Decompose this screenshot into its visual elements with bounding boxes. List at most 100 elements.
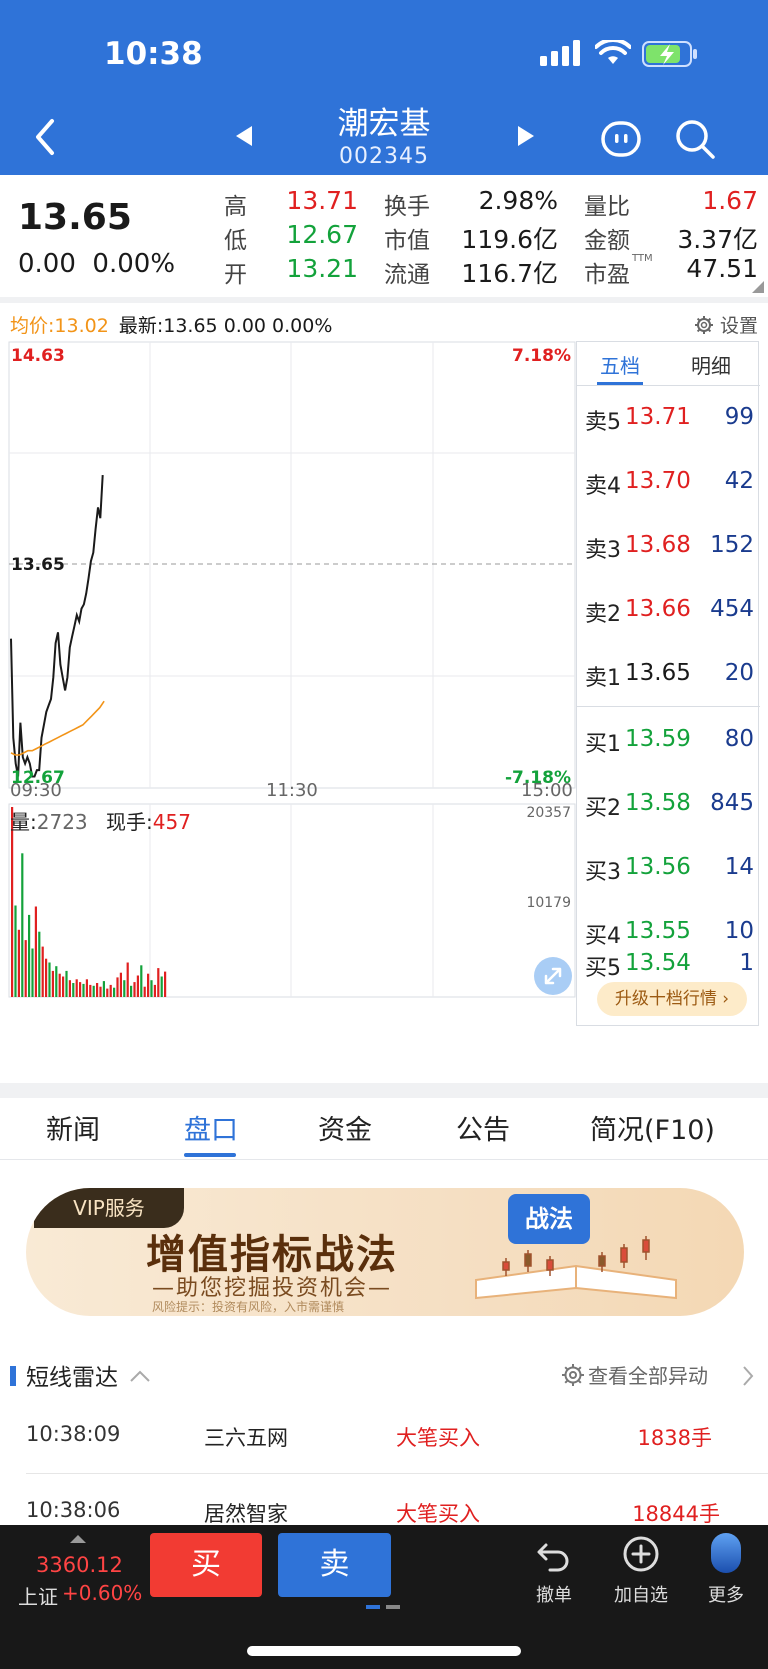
ask-label: 卖4 [585,474,621,499]
ask-label: 卖2 [585,602,621,627]
ask-label: 卖1 [585,666,621,691]
bid-row-3[interactable]: 买3 13.56 14 [577,836,760,900]
volume-bar [160,976,163,997]
stat-value-high: 13.71 [286,186,358,215]
time-tick-close: 15:00 [521,780,573,801]
bid-row-1[interactable]: 买1 13.59 80 [577,708,760,772]
volume-bar [28,914,31,997]
expand-corner-icon[interactable] [752,281,764,293]
buy-button[interactable]: 买 [150,1533,262,1597]
chat-icon[interactable] [600,118,642,160]
volume-bar [164,971,167,997]
bid-label: 买3 [585,860,621,885]
stat-value-amount: 3.37亿 [677,225,758,254]
cancel-order-label[interactable]: 撤单 [514,1581,594,1607]
bottom-trade-bar: 3360.12 上证 +0.60% 买 卖 撤单 加自选 更多 [0,1525,768,1669]
chevron-right-icon: › [716,989,730,1009]
short-term-radar: 短线雷达 查看全部异动 10:38:09 三六五网 大笔买入 1838手 10:… [0,1340,768,1526]
radar-time: 10:38:06 [26,1498,121,1522]
order-book-tabs: 五档 明细 [577,342,760,386]
volume-bar [79,982,82,997]
bid-volume: 1 [739,950,754,976]
volume-bar [109,984,112,997]
search-icon[interactable] [674,118,716,160]
upgrade-ten-levels-button[interactable]: 升级十档行情 › [597,982,747,1016]
volume-bar [116,977,119,997]
stat-value-open: 13.21 [286,254,358,283]
bid-volume: 80 [724,726,754,752]
chevron-right-icon [743,1366,754,1386]
next-stock-icon[interactable] [514,124,538,148]
add-favorite-icon[interactable] [622,1535,660,1573]
order-book-divider [577,706,760,707]
volume-bar [11,807,14,997]
view-all-alerts-link[interactable]: 查看全部异动 [588,1360,708,1389]
sell-button[interactable]: 卖 [278,1533,391,1597]
tab-detail[interactable]: 明细 [691,350,731,379]
tab-news[interactable]: 新闻 [46,1108,100,1147]
ask-row-2[interactable]: 卖2 13.66 454 [577,578,760,642]
caret-up-icon[interactable] [68,1533,88,1545]
radar-quantity: 18844手 [632,1502,720,1526]
add-favorite-label[interactable]: 加自选 [601,1581,681,1607]
more-label[interactable]: 更多 [686,1581,766,1607]
stat-label-amount: 金额 [584,228,630,254]
radar-stock-name: 三六五网 [204,1426,288,1450]
fullscreen-button[interactable] [534,957,572,995]
signal-icon [540,40,580,66]
latest-price-label: 最新:13.65 [118,315,218,337]
stat-value-low: 12.67 [286,220,358,249]
volume-max-label: 20357 [526,805,571,821]
home-indicator [247,1646,521,1656]
time-tick-open: 09:30 [10,780,62,801]
volume-bar [136,975,139,997]
page-dot-active [366,1605,380,1609]
radar-title[interactable]: 短线雷达 [26,1358,151,1392]
more-avatar-icon[interactable] [711,1533,741,1573]
radar-time: 10:38:09 [26,1422,121,1446]
order-book: 五档 明细 卖5 13.71 99 卖4 13.70 42 卖3 13.68 1… [576,341,760,1026]
volume-bar [34,906,37,997]
ask-row-3[interactable]: 卖3 13.68 152 [577,514,760,578]
ask-row-4[interactable]: 卖4 13.70 42 [577,450,760,514]
ask-volume: 152 [710,532,754,558]
volume-bar [58,973,61,997]
stat-value-pe: 47.51 [686,254,758,283]
volume-bar [96,983,99,997]
vip-promo-banner[interactable]: VIP服务 增值指标战法 —助您挖掘投资机会— 风险提示：投资有风险，入市需谨慎… [26,1188,744,1316]
gear-icon [694,316,713,334]
volume-bar [62,976,65,997]
stat-value-turnover: 2.98% [478,186,558,215]
radar-settings-icon[interactable] [560,1362,586,1388]
current-price-axis-label: 13.65 [11,555,65,575]
ask-row-1[interactable]: 卖1 13.65 20 [577,642,760,706]
stat-label-market-cap: 市值 [384,228,430,254]
volume-bar [153,984,156,997]
stat-label-turnover: 换手 [384,194,430,220]
radar-action: 大笔买入 [396,1502,480,1526]
volume-bar [45,958,48,997]
chart-settings-button[interactable]: 设置 [694,311,758,338]
index-value: 3360.12 [36,1553,123,1577]
bid-row-2[interactable]: 买2 13.58 845 [577,772,760,836]
tab-announcements[interactable]: 公告 [456,1108,510,1147]
volume-bar [143,986,146,997]
volume-bar [21,853,24,997]
intraday-price-chart[interactable]: 14.63 7.18% 13.65 12.67 -7.18% [8,341,576,803]
bid-price: 13.54 [625,950,691,976]
volume-bar [31,948,34,997]
change-value: 0.00 [18,249,76,279]
stock-name: 潮宏基 [337,106,431,142]
tab-handicap[interactable]: 盘口 [184,1108,238,1147]
tab-profile-f10[interactable]: 简况(F10) [590,1108,715,1147]
undo-icon[interactable] [536,1537,572,1573]
quote-summary: 13.65 0.00 0.00% 高 13.71 换手 2.98% 量比 1.6… [0,175,768,297]
volume-bar [85,979,88,997]
tab-five-levels[interactable]: 五档 [600,350,640,379]
bid-label: 买1 [585,732,621,757]
ask-row-5[interactable]: 卖5 13.71 99 [577,386,760,450]
volume-bar [75,979,78,997]
bid-price: 13.59 [625,726,691,752]
index-name: 上证 [18,1585,58,1609]
tab-funds[interactable]: 资金 [318,1108,372,1147]
